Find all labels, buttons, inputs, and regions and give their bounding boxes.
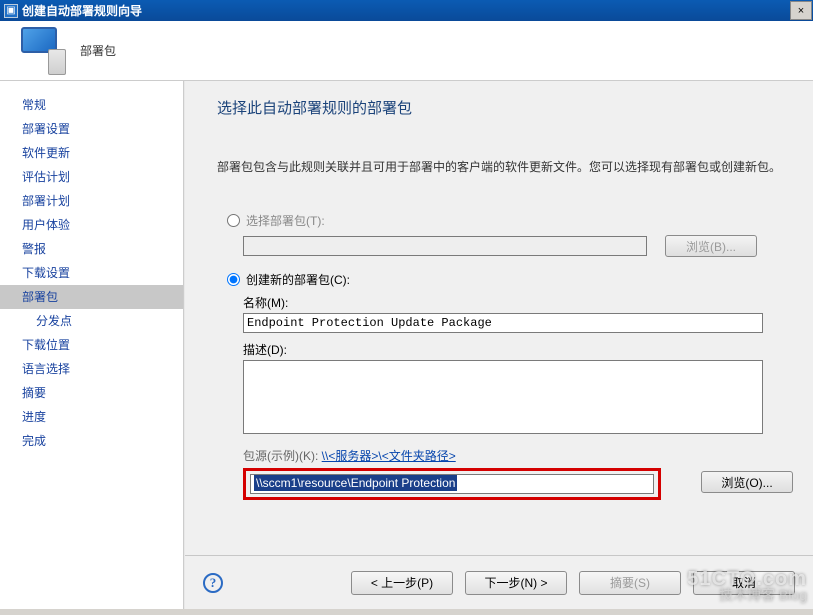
sidebar-item-general[interactable]: 常规 xyxy=(0,93,183,117)
source-example-label: 包源(示例)(K): \\<服务器>\<文件夹路径> xyxy=(243,447,793,464)
help-icon[interactable]: ? xyxy=(203,573,223,593)
sidebar-item-progress[interactable]: 进度 xyxy=(0,405,183,429)
close-icon: × xyxy=(798,5,804,17)
sidebar-item-download-settings[interactable]: 下载设置 xyxy=(0,261,183,285)
computer-icon xyxy=(18,27,66,75)
source-highlight-box: \\sccm1\resource\Endpoint Protection xyxy=(243,468,661,500)
next-button[interactable]: 下一步(N) > xyxy=(465,571,567,595)
window-icon: ▣ xyxy=(4,4,18,18)
sidebar-item-complete[interactable]: 完成 xyxy=(0,429,183,453)
description-textarea[interactable] xyxy=(243,360,763,434)
window-title: 创建自动部署规则向导 xyxy=(22,2,790,19)
source-input[interactable]: \\sccm1\resource\Endpoint Protection xyxy=(250,474,654,494)
radio-select-existing-label: 选择部署包(T): xyxy=(246,212,325,229)
main: 常规 部署设置 软件更新 评估计划 部署计划 用户体验 警报 下载设置 部署包 … xyxy=(0,81,813,609)
sidebar-item-software-update[interactable]: 软件更新 xyxy=(0,141,183,165)
bottom-border xyxy=(0,609,813,615)
close-button[interactable]: × xyxy=(790,1,812,20)
sidebar-item-download-location[interactable]: 下载位置 xyxy=(0,333,183,357)
radio-create-new-label: 创建新的部署包(C): xyxy=(246,271,350,288)
prev-button[interactable]: < 上一步(P) xyxy=(351,571,453,595)
page-title: 选择此自动部署规则的部署包 xyxy=(217,97,793,118)
header: 部署包 xyxy=(0,21,813,81)
desc-label: 描述(D): xyxy=(243,341,793,358)
radio-create-new[interactable] xyxy=(227,273,240,286)
browse-source-button[interactable]: 浏览(O)... xyxy=(701,471,793,493)
sidebar-item-summary[interactable]: 摘要 xyxy=(0,381,183,405)
sidebar-item-package[interactable]: 部署包 xyxy=(0,285,183,309)
button-bar: ? < 上一步(P) 下一步(N) > 摘要(S) 取消 xyxy=(185,555,813,609)
sidebar-item-deploy-settings[interactable]: 部署设置 xyxy=(0,117,183,141)
titlebar: ▣ 创建自动部署规则向导 × xyxy=(0,0,813,21)
sidebar-item-deploy-schedule[interactable]: 部署计划 xyxy=(0,189,183,213)
name-label: 名称(M): xyxy=(243,294,793,311)
name-input[interactable] xyxy=(243,313,763,333)
page-description: 部署包包含与此规则关联并且可用于部署中的客户端的软件更新文件。您可以选择现有部署… xyxy=(217,158,793,176)
sidebar: 常规 部署设置 软件更新 评估计划 部署计划 用户体验 警报 下载设置 部署包 … xyxy=(0,81,184,609)
sidebar-item-eval-schedule[interactable]: 评估计划 xyxy=(0,165,183,189)
existing-package-input xyxy=(243,236,647,256)
radio-select-existing[interactable] xyxy=(227,214,240,227)
browse-existing-button: 浏览(B)... xyxy=(665,235,757,257)
header-label: 部署包 xyxy=(80,42,116,59)
content: 选择此自动部署规则的部署包 部署包包含与此规则关联并且可用于部署中的客户端的软件… xyxy=(184,81,813,609)
sidebar-item-user-experience[interactable]: 用户体验 xyxy=(0,213,183,237)
sidebar-item-alerts[interactable]: 警报 xyxy=(0,237,183,261)
sidebar-item-language[interactable]: 语言选择 xyxy=(0,357,183,381)
source-example-link: \\<服务器>\<文件夹路径> xyxy=(322,449,456,463)
summary-button: 摘要(S) xyxy=(579,571,681,595)
sidebar-item-distribution-points[interactable]: 分发点 xyxy=(0,309,183,333)
cancel-button[interactable]: 取消 xyxy=(693,571,795,595)
